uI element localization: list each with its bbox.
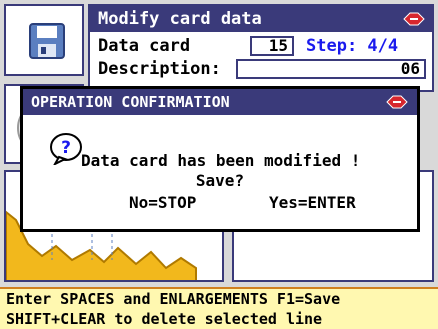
brand-logo-icon <box>403 12 425 26</box>
description-field[interactable]: 06 <box>236 59 426 79</box>
description-label: Description: <box>98 59 221 79</box>
help-bar: Enter SPACES and ENLARGEMENTS F1=Save SH… <box>0 287 438 329</box>
step-indicator: Step: 4/4 <box>306 36 399 56</box>
question-icon: ? <box>50 133 82 165</box>
data-card-label: Data card <box>98 36 191 56</box>
page-title-text: Modify card data <box>98 9 262 29</box>
data-card-field[interactable]: 15 <box>250 36 294 56</box>
confirmation-dialog: OPERATION CONFIRMATION ? Data card has b… <box>20 86 420 232</box>
screen: Modify card data Data card 15 Step: 4/4 … <box>0 0 438 329</box>
card-info-panel: Modify card data Data card 15 Step: 4/4 … <box>88 4 434 92</box>
help-line-2: SHIFT+CLEAR to delete selected line <box>6 310 323 328</box>
page-title: Modify card data <box>90 6 432 32</box>
brand-logo-icon <box>386 95 408 109</box>
dialog-prompt: Save? <box>195 171 245 190</box>
help-line-1: Enter SPACES and ENLARGEMENTS F1=Save <box>6 290 341 308</box>
dialog-title: OPERATION CONFIRMATION <box>23 89 417 115</box>
floppy-disk-icon <box>29 23 65 59</box>
yes-option[interactable]: Yes=ENTER <box>269 193 356 212</box>
no-option[interactable]: No=STOP <box>129 193 196 212</box>
save-panel <box>4 4 84 76</box>
svg-text:?: ? <box>61 138 71 158</box>
dialog-message: Data card has been modified ! <box>81 151 361 170</box>
